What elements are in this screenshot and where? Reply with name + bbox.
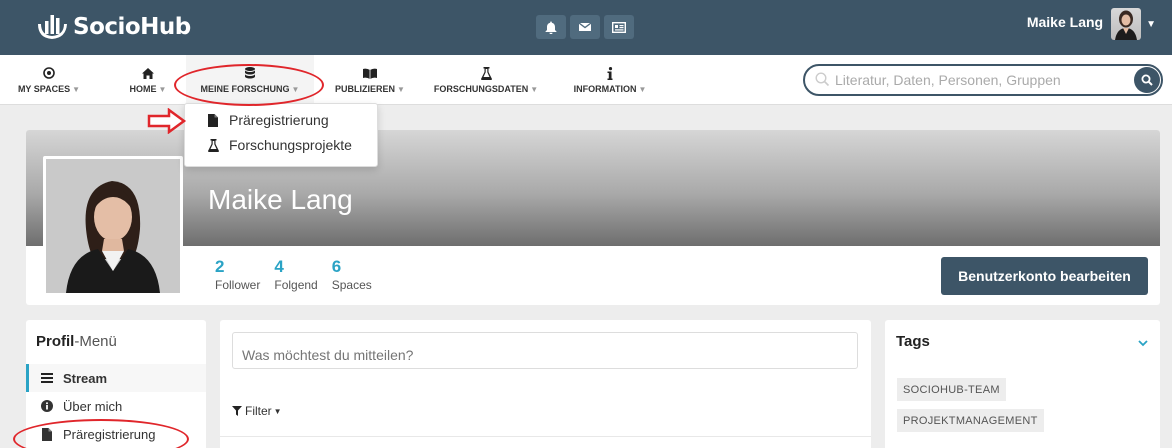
- search-input[interactable]: [835, 70, 1125, 90]
- stat-label: Spaces: [331, 278, 372, 292]
- caret-down-icon: ▼: [273, 406, 282, 416]
- dropdown-item-label: Forschungsprojekte: [229, 137, 352, 153]
- nav-label: MY SPACES: [17, 84, 71, 94]
- nav-my-spaces[interactable]: MY SPACES ▼: [8, 55, 90, 105]
- info-icon: [607, 66, 613, 80]
- filter-icon: [232, 406, 242, 416]
- chevron-down-icon: ▼: [1146, 19, 1156, 30]
- profile-photo[interactable]: [43, 156, 183, 296]
- dropdown-item-label: Präregistrierung: [229, 112, 329, 128]
- top-bar: SocioHub Maike Lang ▼: [0, 0, 1172, 55]
- filter-label: Filter: [245, 404, 272, 418]
- stat-label: Follower: [215, 278, 261, 292]
- nav-label: PUBLIZIEREN: [335, 84, 396, 94]
- bell-icon[interactable]: [536, 15, 566, 39]
- search-icon: [815, 72, 830, 92]
- post-input[interactable]: [232, 332, 858, 369]
- nav-label: FORSCHUNGSDATEN: [433, 84, 529, 94]
- stat-follower[interactable]: 2 Follower: [215, 257, 261, 293]
- edit-account-button[interactable]: Benutzerkonto bearbeiten: [941, 257, 1148, 295]
- caret-down-icon: ▼: [397, 85, 405, 94]
- stat-value: 6: [331, 257, 342, 276]
- book-icon: [363, 66, 377, 80]
- nav-information[interactable]: INFORMATION ▼: [560, 55, 660, 105]
- stat-spaces[interactable]: 6 Spaces: [331, 257, 372, 293]
- tags-title: Tags: [896, 333, 930, 350]
- profile-menu-ueber-mich[interactable]: Über mich: [26, 392, 206, 420]
- info-circle-icon: [40, 400, 54, 412]
- avatar: [1111, 8, 1142, 40]
- nav-forschungsdaten[interactable]: FORSCHUNGSDATEN ▼: [426, 55, 546, 105]
- user-menu[interactable]: Maike Lang ▼: [1027, 8, 1156, 40]
- profile-menu-label: Stream: [63, 370, 108, 386]
- tag-item[interactable]: PROJEKTMANAGEMENT: [897, 409, 1044, 432]
- tag-item[interactable]: SOCIOHUB-TEAM: [897, 378, 1006, 401]
- top-icon-group: [536, 15, 634, 39]
- highlight-arrow-icon: [147, 108, 187, 134]
- newspaper-icon[interactable]: [604, 15, 634, 39]
- nav-label: INFORMATION: [573, 84, 637, 94]
- stat-value: 4: [274, 257, 284, 276]
- profile-name: Maike Lang: [208, 184, 353, 215]
- profile-stats: 2 Follower 4 Folgend 6 Spaces: [215, 257, 372, 293]
- caret-down-icon: ▼: [72, 85, 81, 94]
- profile-menu-title: Profil-Menü: [36, 333, 117, 350]
- highlight-circle: [174, 64, 324, 106]
- user-name: Maike Lang: [1026, 14, 1104, 30]
- logo[interactable]: SocioHub: [36, 12, 191, 42]
- profile-menu-label: Über mich: [63, 398, 123, 414]
- profile-menu-stream[interactable]: Stream: [26, 364, 206, 392]
- stat-folgend[interactable]: 4 Folgend: [274, 257, 318, 293]
- caret-down-icon: ▼: [158, 85, 167, 94]
- dropdown-item-forschungsprojekte[interactable]: Forschungsprojekte: [207, 137, 352, 153]
- dot-circle-icon: [43, 66, 55, 80]
- stat-value: 2: [215, 257, 225, 276]
- stream-panel: Filter ▼: [220, 320, 871, 448]
- envelope-icon[interactable]: [570, 15, 600, 39]
- nav-home[interactable]: HOME ▼: [118, 55, 178, 105]
- search-icon: [1141, 74, 1153, 86]
- caret-down-icon: ▼: [530, 85, 539, 94]
- chevron-down-icon[interactable]: [1138, 334, 1148, 352]
- nav-label: HOME: [129, 84, 157, 94]
- search-button[interactable]: [1134, 67, 1160, 93]
- bars-icon: [40, 373, 54, 383]
- profile-menu-title-rest: -Menü: [74, 333, 117, 350]
- meine-forschung-dropdown: Präregistrierung Forschungsprojekte: [184, 103, 378, 167]
- stream-entry: [220, 436, 871, 448]
- app-name: SocioHub: [73, 14, 191, 40]
- nav-publizieren[interactable]: PUBLIZIEREN ▼: [324, 55, 416, 105]
- home-icon: [142, 66, 154, 80]
- profile-menu-title-bold: Profil: [36, 333, 75, 350]
- file-icon: [207, 113, 219, 127]
- search-box: [803, 64, 1163, 96]
- filter-button[interactable]: Filter ▼: [232, 404, 282, 418]
- flask-icon: [480, 66, 492, 80]
- dropdown-item-praeregistrierung[interactable]: Präregistrierung: [207, 112, 329, 128]
- sociohub-logo-icon: [38, 15, 67, 39]
- tags-panel: Tags SOCIOHUB-TEAM PROJEKTMANAGEMENT: [885, 320, 1160, 448]
- flask-icon: [207, 138, 219, 152]
- stat-label: Folgend: [274, 278, 318, 292]
- caret-down-icon: ▼: [638, 85, 647, 94]
